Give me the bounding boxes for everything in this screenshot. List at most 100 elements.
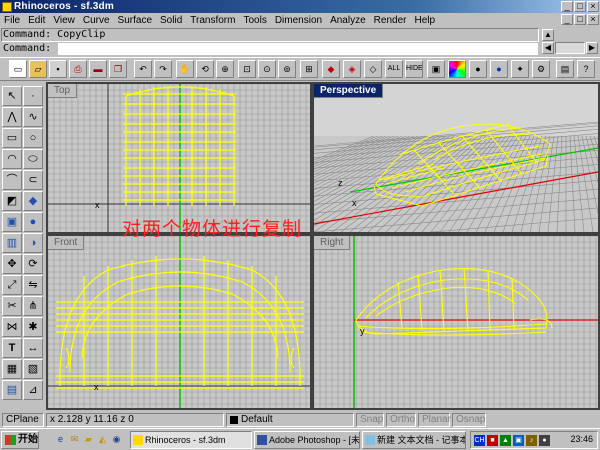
explode-icon[interactable]: ✱ <box>23 317 43 337</box>
tray-network-icon[interactable]: ▲ <box>500 435 511 446</box>
mirror-icon[interactable]: ⇋ <box>23 275 43 295</box>
render-car-icon[interactable]: ◆ <box>322 60 340 78</box>
rotate-view-icon[interactable]: ⟲ <box>196 60 214 78</box>
menu-analyze[interactable]: Analyze <box>326 15 370 26</box>
material-sphere-icon[interactable]: ● <box>490 60 508 78</box>
shade-car-icon[interactable]: ◈ <box>343 60 361 78</box>
status-snap-toggle[interactable]: Snap <box>356 413 384 427</box>
menu-transform[interactable]: Transform <box>186 15 239 26</box>
rotate-icon[interactable]: ⟳ <box>23 254 43 274</box>
copy-icon[interactable]: ❐ <box>109 60 127 78</box>
menu-file[interactable]: File <box>0 15 24 26</box>
fillet-icon[interactable]: ⌒ <box>2 170 22 190</box>
zoom-extents-icon[interactable]: ⊙ <box>258 60 276 78</box>
menu-render[interactable]: Render <box>370 15 411 26</box>
environment-icon[interactable]: ⚙ <box>532 60 550 78</box>
pan-hand-icon[interactable]: ✋ <box>176 60 194 78</box>
hide-objects-icon[interactable]: HIDE <box>405 60 423 78</box>
sphere-solid-icon[interactable]: ● <box>23 212 43 232</box>
zoom-window-icon[interactable]: ⊡ <box>238 60 256 78</box>
media-quicklaunch-icon[interactable]: ◉ <box>110 433 123 446</box>
boolean-icon[interactable]: ◑ <box>23 233 43 253</box>
move-icon[interactable]: ✥ <box>2 254 22 274</box>
extrude-icon[interactable]: ◆ <box>23 191 43 211</box>
zoom-selected-icon[interactable]: ⊚ <box>278 60 296 78</box>
rectangle-icon[interactable]: ▭ <box>2 128 22 148</box>
join-icon[interactable]: ⋈ <box>2 317 22 337</box>
layer-icon[interactable]: ▤ <box>2 380 22 400</box>
menu-help[interactable]: Help <box>410 15 439 26</box>
maximize-button[interactable]: □ <box>574 1 586 12</box>
dimension-icon[interactable]: ↔ <box>23 338 43 358</box>
minimize-button[interactable]: _ <box>561 1 573 12</box>
box-icon[interactable]: ▣ <box>2 212 22 232</box>
ie-quicklaunch-icon[interactable]: e <box>54 433 67 446</box>
doc-close-button[interactable]: × <box>587 14 599 25</box>
menu-surface[interactable]: Surface <box>114 15 156 26</box>
redo-icon[interactable]: ↷ <box>154 60 172 78</box>
mesh-icon[interactable]: ▥ <box>2 233 22 253</box>
scroll-right-icon[interactable]: ▶ <box>586 42 598 54</box>
scroll-left-icon[interactable]: ◀ <box>542 42 554 54</box>
trim-icon[interactable]: ✂ <box>2 296 22 316</box>
zoom-dynamic-icon[interactable]: ⊕ <box>216 60 234 78</box>
viewport-perspective[interactable]: Perspective z x <box>312 82 600 234</box>
status-layer[interactable]: Default <box>226 413 354 427</box>
ungroup-icon[interactable]: ▧ <box>23 359 43 379</box>
analyze-icon[interactable]: ⊿ <box>23 380 43 400</box>
ime-indicator-icon[interactable]: CH <box>474 435 485 446</box>
scale-icon[interactable]: ⤢ <box>2 275 22 295</box>
select-arrow-icon[interactable]: ↖ <box>2 86 22 106</box>
command-scrollbar[interactable] <box>555 42 585 54</box>
menu-dimension[interactable]: Dimension <box>271 15 326 26</box>
select-all-icon[interactable]: ALL <box>385 60 403 78</box>
polyline-icon[interactable]: ⋀ <box>2 107 22 127</box>
help-icon[interactable]: ? <box>577 60 595 78</box>
arc-icon[interactable]: ◠ <box>2 149 22 169</box>
tray-volume-icon[interactable]: ♪ <box>526 435 537 446</box>
print-icon[interactable]: ⎙ <box>69 60 87 78</box>
menu-solid[interactable]: Solid <box>156 15 186 26</box>
start-button[interactable]: 开始 <box>1 431 39 449</box>
circle-icon[interactable]: ○ <box>23 128 43 148</box>
text-icon[interactable]: T <box>2 338 22 358</box>
tray-monitor-icon[interactable]: ▣ <box>513 435 524 446</box>
folder-quicklaunch-icon[interactable]: ▰ <box>82 433 95 446</box>
light-icon[interactable]: ✦ <box>511 60 529 78</box>
command-input[interactable] <box>58 43 538 55</box>
curve-icon[interactable]: ∿ <box>23 107 43 127</box>
status-osnap-toggle[interactable]: Osnap <box>452 413 486 427</box>
surface-icon[interactable]: ◩ <box>2 191 22 211</box>
group-icon[interactable]: ▦ <box>2 359 22 379</box>
menu-edit[interactable]: Edit <box>24 15 49 26</box>
status-ortho-toggle[interactable]: Ortho <box>386 413 416 427</box>
menu-tools[interactable]: Tools <box>239 15 270 26</box>
tray-misc-icon[interactable]: ● <box>539 435 550 446</box>
ellipse-icon[interactable]: ⬭ <box>23 149 43 169</box>
properties-icon[interactable]: ▤ <box>556 60 574 78</box>
wireframe-icon[interactable]: ◇ <box>364 60 382 78</box>
task-notepad[interactable]: 新建 文本文档 - 记事本 <box>362 431 466 449</box>
offset-icon[interactable]: ⊂ <box>23 170 43 190</box>
close-button[interactable]: × <box>587 1 599 12</box>
desktop-quicklaunch-icon[interactable]: ◭ <box>96 433 109 446</box>
viewport-right[interactable]: Right y <box>312 234 600 410</box>
task-rhinoceros[interactable]: Rhinoceros - sf.3dm <box>130 431 252 449</box>
undo-icon[interactable]: ↶ <box>134 60 152 78</box>
tray-app-icon[interactable]: ■ <box>487 435 498 446</box>
outlook-quicklaunch-icon[interactable]: ✉ <box>68 433 81 446</box>
viewport-front[interactable]: Front x <box>46 234 312 410</box>
viewport-title-perspective[interactable]: Perspective <box>314 84 384 98</box>
save-icon[interactable]: ▪ <box>49 60 67 78</box>
color-wheel-icon[interactable] <box>448 60 466 78</box>
status-planar-toggle[interactable]: Planar <box>418 413 451 427</box>
show-objects-icon[interactable]: ▣ <box>427 60 445 78</box>
viewport-title-front[interactable]: Front <box>48 236 85 250</box>
menu-curve[interactable]: Curve <box>79 15 114 26</box>
status-cplane[interactable]: CPlane <box>2 413 44 427</box>
import-icon[interactable]: ▬ <box>89 60 107 78</box>
new-file-icon[interactable]: ▭ <box>9 60 27 78</box>
menu-view[interactable]: View <box>49 15 79 26</box>
viewport-title-right[interactable]: Right <box>314 236 351 250</box>
doc-restore-button[interactable]: □ <box>574 14 586 25</box>
